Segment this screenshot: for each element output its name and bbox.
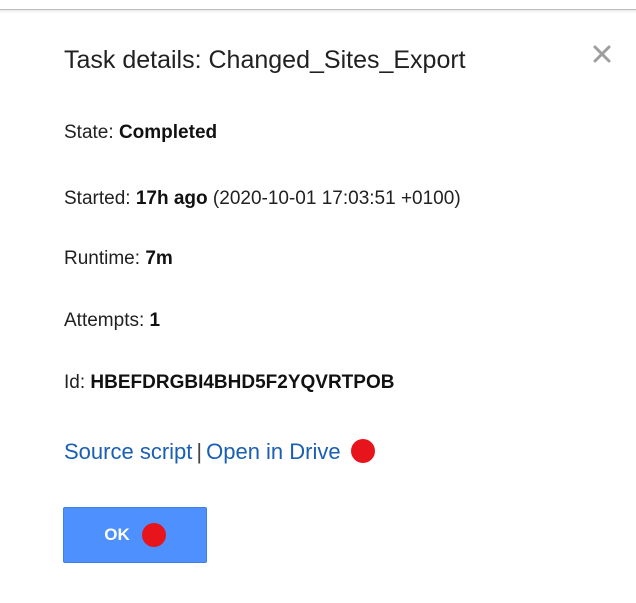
- runtime-row: Runtime: 7m: [64, 246, 173, 272]
- started-row: Started: 17h ago (2020-10-01 17:03:51 +0…: [64, 186, 461, 212]
- links-row: Source script | Open in Drive: [64, 437, 375, 467]
- id-label: Id:: [64, 372, 86, 393]
- red-marker-icon: [141, 523, 166, 547]
- runtime-label: Runtime:: [64, 248, 141, 269]
- red-marker-icon: [350, 439, 375, 463]
- close-icon[interactable]: [588, 40, 618, 70]
- id-row: Id: HBEFDRGBI4BHD5F2YQVRTPOB: [64, 370, 394, 396]
- ok-button[interactable]: OK: [63, 507, 207, 563]
- started-timestamp: (2020-10-01 17:03:51 +0100): [212, 188, 461, 209]
- runtime-value: 7m: [145, 248, 173, 269]
- source-script-link[interactable]: Source script: [64, 439, 192, 464]
- state-value: Completed: [118, 122, 218, 143]
- task-details-dialog: Task details: Changed_Sites_Export State…: [0, 0, 636, 603]
- open-in-drive-link[interactable]: Open in Drive: [206, 439, 341, 464]
- id-value: HBEFDRGBI4BHD5F2YQVRTPOB: [90, 372, 395, 393]
- state-row: State: Completed: [64, 120, 217, 146]
- started-relative: 17h ago: [135, 188, 208, 209]
- ok-button-label: OK: [104, 525, 130, 544]
- link-separator: |: [196, 439, 203, 464]
- page: Task details: Changed_Sites_Export State…: [0, 0, 636, 603]
- dialog-title: Task details: Changed_Sites_Export: [64, 46, 466, 74]
- attempts-row: Attempts: 1: [64, 308, 160, 334]
- state-label: State:: [64, 122, 114, 143]
- attempts-value: 1: [149, 310, 161, 331]
- started-label: Started:: [64, 188, 131, 209]
- attempts-label: Attempts:: [64, 310, 145, 331]
